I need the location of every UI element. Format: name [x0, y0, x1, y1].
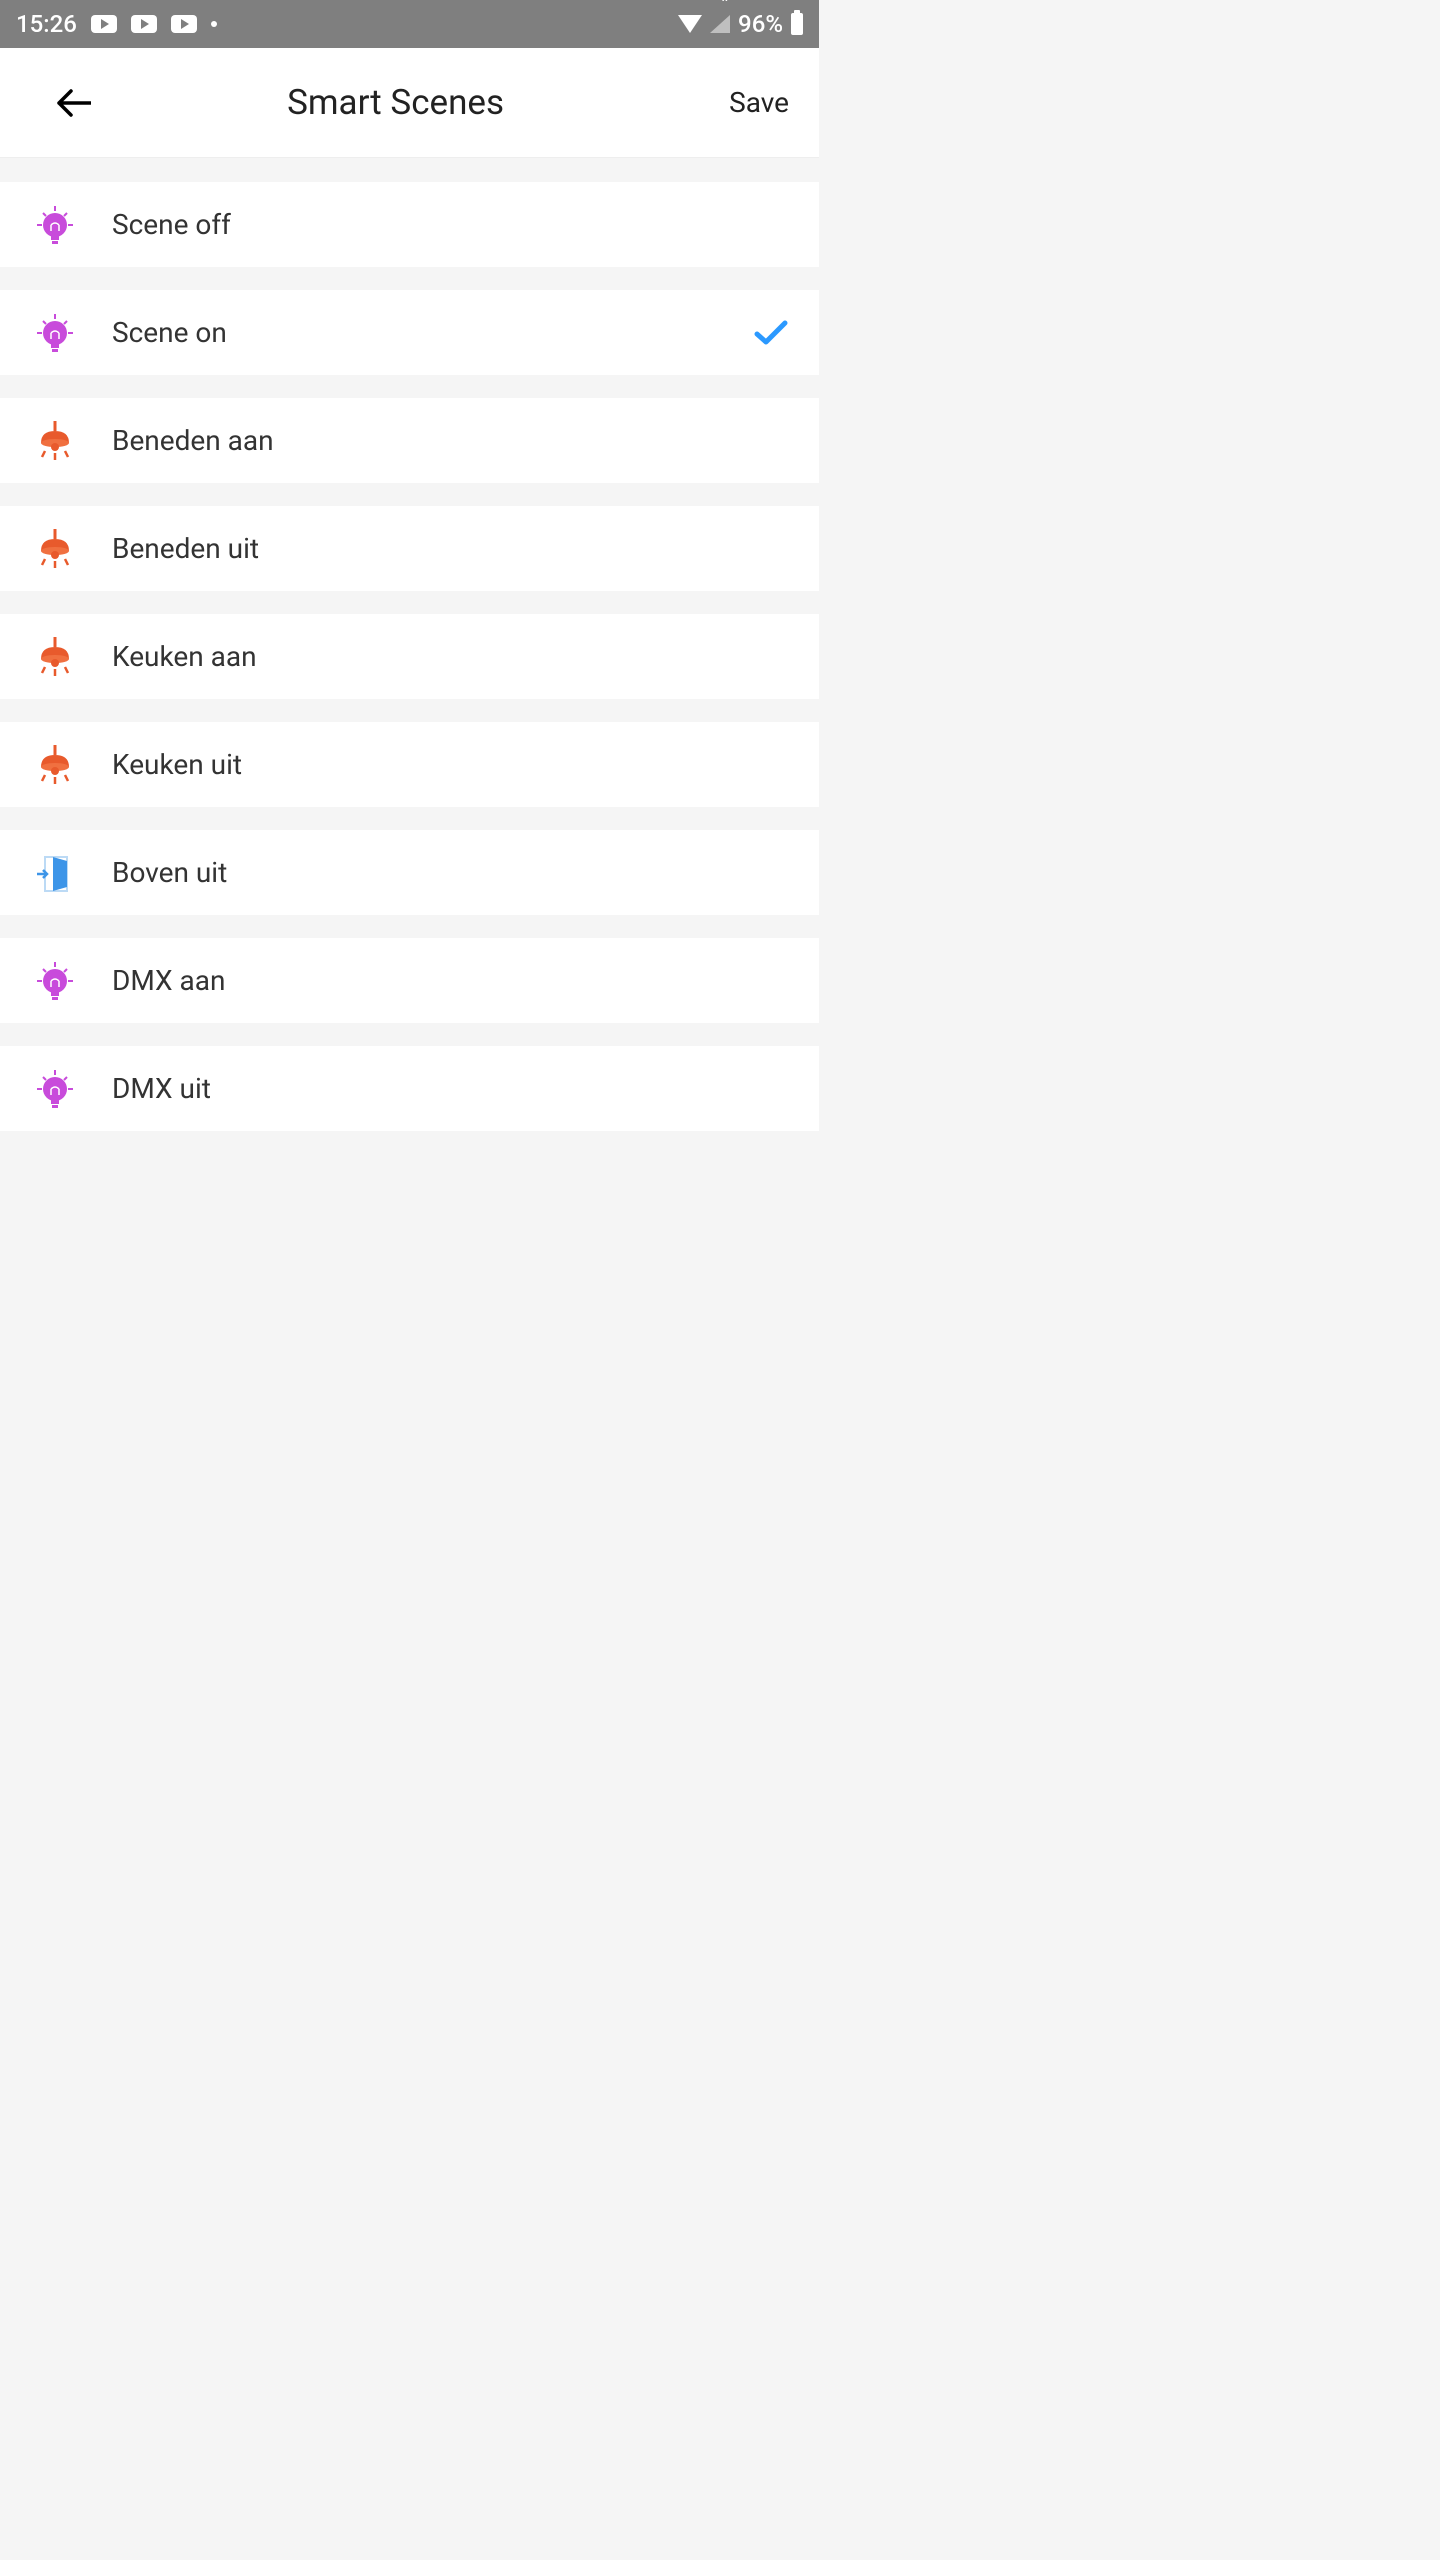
scene-item[interactable]: Scene on	[0, 290, 819, 375]
lamp-orange-icon	[30, 740, 80, 790]
door-blue-icon	[30, 848, 80, 898]
scene-item[interactable]: Beneden uit	[0, 506, 819, 591]
scene-label: Keuken uit	[112, 748, 789, 781]
scene-label: Keuken aan	[112, 640, 789, 673]
battery-icon	[791, 13, 803, 35]
bulb-purple-icon	[30, 308, 80, 358]
app-header: Smart Scenes Save	[0, 48, 819, 158]
bulb-purple-icon	[30, 200, 80, 250]
scene-label: Boven uit	[112, 856, 789, 889]
scene-label: Beneden aan	[112, 424, 789, 457]
save-button[interactable]: Save	[729, 86, 789, 119]
more-notifications-icon	[211, 21, 217, 27]
scene-label: DMX uit	[112, 1072, 789, 1105]
cell-signal-icon: x	[710, 15, 730, 33]
battery-percent: 96%	[738, 10, 783, 38]
scene-label: Beneden uit	[112, 532, 789, 565]
scene-label: DMX aan	[112, 964, 789, 997]
bulb-purple-icon	[30, 956, 80, 1006]
bulb-purple-icon	[30, 1064, 80, 1114]
lamp-orange-icon	[30, 416, 80, 466]
scene-item[interactable]: Keuken uit	[0, 722, 819, 807]
lamp-orange-icon	[30, 632, 80, 682]
status-bar: 15:26 x 96%	[0, 0, 819, 48]
scene-item[interactable]: DMX uit	[0, 1046, 819, 1131]
scene-item[interactable]: Scene off	[0, 182, 819, 267]
wifi-icon	[678, 15, 702, 33]
scene-item[interactable]: Keuken aan	[0, 614, 819, 699]
youtube-icon	[91, 15, 117, 33]
list-spacer	[0, 158, 819, 182]
checkmark-icon	[753, 315, 789, 351]
scene-item[interactable]: DMX aan	[0, 938, 819, 1023]
scene-list: Scene off Scene on Beneden aan	[0, 158, 819, 1131]
scene-label: Scene off	[112, 208, 789, 241]
page-title: Smart Scenes	[62, 82, 729, 123]
lamp-orange-icon	[30, 524, 80, 574]
scene-label: Scene on	[112, 316, 753, 349]
status-time: 15:26	[16, 10, 77, 38]
youtube-icon	[131, 15, 157, 33]
youtube-icon	[171, 15, 197, 33]
scene-item[interactable]: Beneden aan	[0, 398, 819, 483]
scene-item[interactable]: Boven uit	[0, 830, 819, 915]
